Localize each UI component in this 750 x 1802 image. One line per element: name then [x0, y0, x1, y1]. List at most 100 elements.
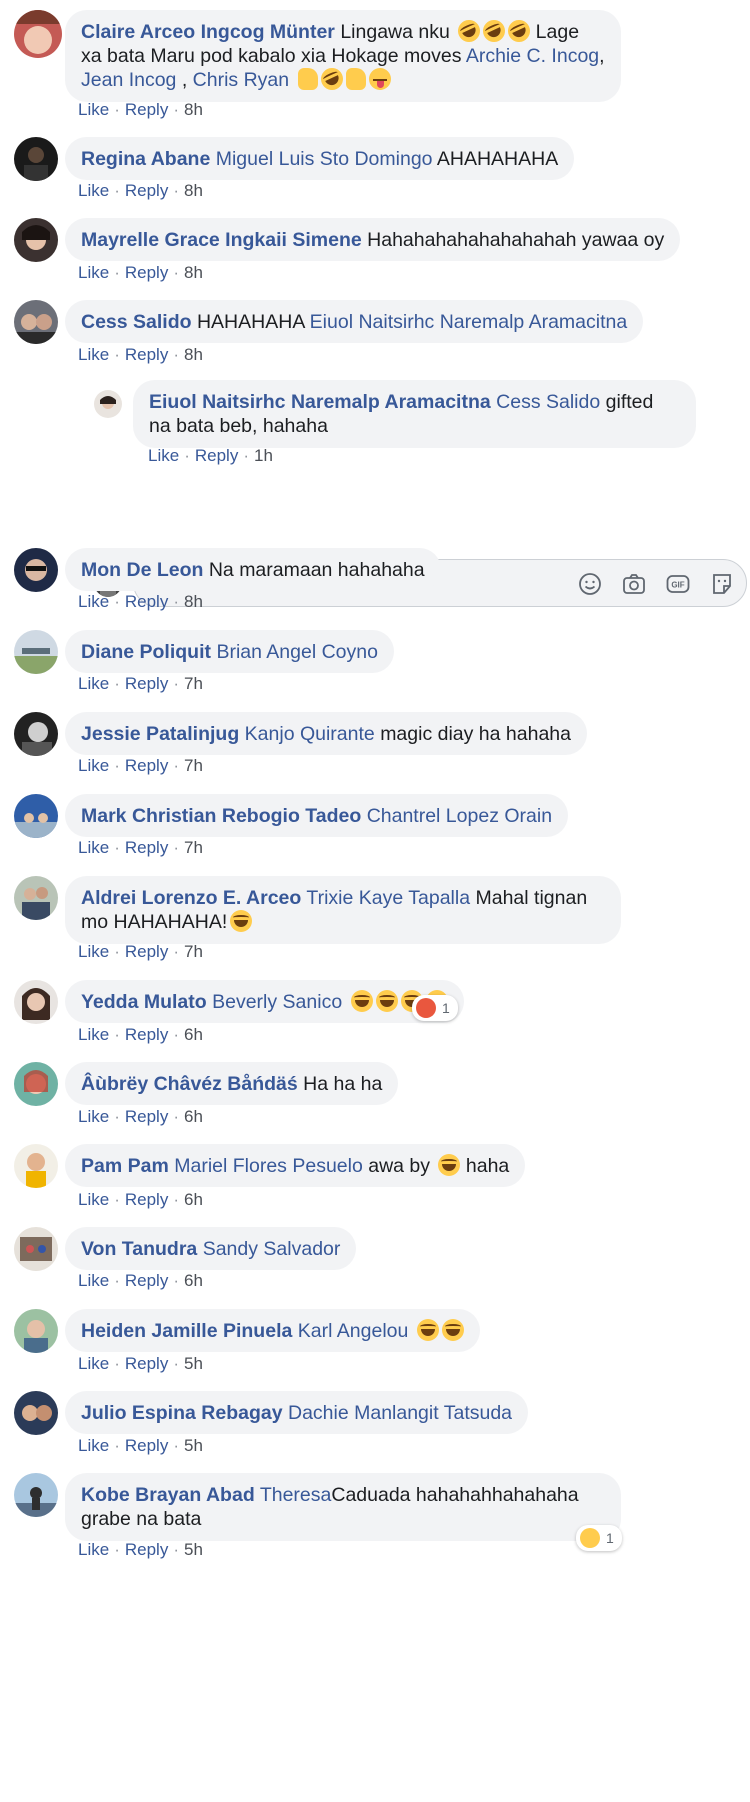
avatar[interactable]	[14, 300, 58, 344]
reply-link[interactable]: Reply	[125, 100, 168, 119]
like-link[interactable]: Like	[78, 674, 109, 693]
reply-link[interactable]: Reply	[125, 345, 168, 364]
reaction-count-badge[interactable]: 1	[412, 995, 458, 1021]
tagged-user[interactable]: Chris Ryan	[193, 69, 289, 91]
reply-link[interactable]: Reply	[125, 942, 168, 961]
like-link[interactable]: Like	[78, 1354, 109, 1373]
reaction-count-badge[interactable]: 1	[576, 1525, 622, 1551]
avatar[interactable]	[14, 548, 58, 592]
timestamp[interactable]: 7h	[184, 674, 203, 693]
reply-link[interactable]: Reply	[125, 1354, 168, 1373]
timestamp[interactable]: 7h	[184, 942, 203, 961]
timestamp[interactable]: 1h	[254, 446, 273, 465]
timestamp[interactable]: 8h	[184, 181, 203, 200]
timestamp[interactable]: 6h	[184, 1190, 203, 1209]
like-link[interactable]: Like	[78, 592, 109, 611]
comment-author[interactable]: Yedda Mulato	[81, 991, 207, 1013]
tagged-user[interactable]: Miguel Luis Sto Domingo	[216, 148, 433, 170]
avatar[interactable]	[94, 390, 122, 418]
comment-author[interactable]: Claire Arceo Ingcog Münter	[81, 21, 335, 43]
comment-author[interactable]: Diane Poliquit	[81, 641, 211, 663]
tagged-user[interactable]: Mariel Flores Pesuelo	[174, 1155, 363, 1177]
reply-link[interactable]: Reply	[125, 838, 168, 857]
reply-link[interactable]: Reply	[125, 592, 168, 611]
reply-link[interactable]: Reply	[125, 1436, 168, 1455]
avatar[interactable]	[14, 1309, 58, 1353]
comment-author[interactable]: Jessie Patalinjug	[81, 723, 239, 745]
emoji-icon[interactable]	[578, 572, 602, 596]
timestamp[interactable]: 5h	[184, 1354, 203, 1373]
timestamp[interactable]: 5h	[184, 1540, 203, 1559]
like-link[interactable]: Like	[78, 838, 109, 857]
reply-link[interactable]: Reply	[125, 263, 168, 282]
avatar[interactable]	[14, 712, 58, 756]
camera-icon[interactable]	[622, 572, 646, 596]
comment-author[interactable]: Kobe Brayan Abad	[81, 1484, 255, 1506]
like-link[interactable]: Like	[78, 1271, 109, 1290]
tagged-user[interactable]: Chantrel Lopez Orain	[367, 805, 552, 827]
tagged-user[interactable]: Theresa	[260, 1484, 332, 1506]
avatar[interactable]	[14, 1227, 58, 1271]
like-link[interactable]: Like	[78, 942, 109, 961]
like-link[interactable]: Like	[148, 446, 179, 465]
reply-author[interactable]: Eiuol Naitsirhc Naremalp Aramacitna	[149, 391, 491, 413]
reply-link[interactable]: Reply	[125, 674, 168, 693]
avatar[interactable]	[14, 10, 62, 58]
tagged-user[interactable]: Dachie Manlangit Tatsuda	[288, 1402, 512, 1424]
tagged-user[interactable]: Karl Angelou	[298, 1320, 409, 1342]
avatar[interactable]	[14, 630, 58, 674]
avatar[interactable]	[14, 794, 58, 838]
like-link[interactable]: Like	[78, 263, 109, 282]
like-link[interactable]: Like	[78, 756, 109, 775]
reply-link[interactable]: Reply	[125, 1107, 168, 1126]
tagged-user[interactable]: Jean Incog	[81, 69, 176, 91]
timestamp[interactable]: 8h	[184, 100, 203, 119]
comment-author[interactable]: Julio Espina Rebagay	[81, 1402, 283, 1424]
tagged-user[interactable]: Trixie Kaye Tapalla	[306, 887, 470, 909]
avatar[interactable]	[14, 137, 58, 181]
comment-author[interactable]: Heiden Jamille Pinuela	[81, 1320, 292, 1342]
timestamp[interactable]: 6h	[184, 1025, 203, 1044]
timestamp[interactable]: 8h	[184, 345, 203, 364]
comment-author[interactable]: Mon De Leon	[81, 559, 203, 581]
avatar[interactable]	[14, 1144, 58, 1188]
comment-author[interactable]: Cess Salido	[81, 311, 192, 333]
timestamp[interactable]: 6h	[184, 1271, 203, 1290]
timestamp[interactable]: 8h	[184, 263, 203, 282]
tagged-user[interactable]: Eiuol Naitsirhc Naremalp Aramacitna	[310, 311, 628, 333]
timestamp[interactable]: 7h	[184, 838, 203, 857]
like-link[interactable]: Like	[78, 345, 109, 364]
reply-link[interactable]: Reply	[125, 1271, 168, 1290]
tagged-user[interactable]: Archie C. Incog	[466, 45, 599, 67]
reply-link[interactable]: Reply	[125, 181, 168, 200]
reply-link[interactable]: Reply	[125, 1025, 168, 1044]
like-link[interactable]: Like	[78, 1107, 109, 1126]
comment-author[interactable]: Von Tanudra	[81, 1238, 197, 1260]
tagged-user[interactable]: Cess Salido	[496, 391, 600, 413]
like-link[interactable]: Like	[78, 1025, 109, 1044]
tagged-user[interactable]: Brian Angel Coyno	[216, 641, 378, 663]
avatar[interactable]	[14, 218, 58, 262]
reply-link[interactable]: Reply	[125, 756, 168, 775]
reply-link[interactable]: Reply	[125, 1190, 168, 1209]
avatar[interactable]	[14, 980, 58, 1024]
like-link[interactable]: Like	[78, 100, 109, 119]
reply-link[interactable]: Reply	[195, 446, 238, 465]
timestamp[interactable]: 7h	[184, 756, 203, 775]
sticker-icon[interactable]	[710, 572, 734, 596]
tagged-user[interactable]: Kanjo Quirante	[245, 723, 375, 745]
timestamp[interactable]: 5h	[184, 1436, 203, 1455]
timestamp[interactable]: 6h	[184, 1107, 203, 1126]
comment-author[interactable]: Âùbrëy Châvéz Båńdäś	[81, 1073, 298, 1095]
timestamp[interactable]: 8h	[184, 592, 203, 611]
comment-author[interactable]: Aldrei Lorenzo E. Arceo	[81, 887, 301, 909]
gif-icon[interactable]: GIF	[666, 572, 690, 596]
avatar[interactable]	[14, 1391, 58, 1435]
like-link[interactable]: Like	[78, 1190, 109, 1209]
comment-author[interactable]: Mark Christian Rebogio Tadeo	[81, 805, 361, 827]
avatar[interactable]	[14, 1062, 58, 1106]
like-link[interactable]: Like	[78, 181, 109, 200]
avatar[interactable]	[14, 876, 58, 920]
like-link[interactable]: Like	[78, 1540, 109, 1559]
like-link[interactable]: Like	[78, 1436, 109, 1455]
